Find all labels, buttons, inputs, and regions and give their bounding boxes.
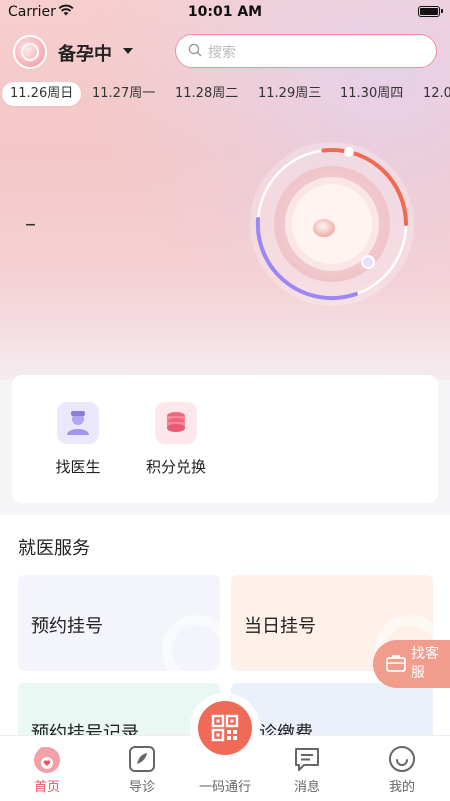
points-exchange-button[interactable]: 积分兑换 (136, 402, 216, 477)
tab-label: 消息 (293, 780, 320, 795)
date-strip[interactable]: 11.26周日 11.27周一 11.28周二 11.29周三 11.30周四 … (0, 82, 450, 108)
service-label: 当日挂号 (244, 616, 316, 637)
compass-icon (129, 746, 155, 772)
points-exchange-label: 积分兑换 (145, 458, 206, 476)
search-icon (188, 43, 202, 57)
message-icon (295, 748, 319, 771)
search-input[interactable]: 搜索 (175, 34, 437, 68)
home-icon (34, 747, 60, 773)
chevron-down-icon[interactable] (123, 48, 133, 54)
find-doctor-label: 找医生 (55, 458, 101, 476)
avatar[interactable] (13, 35, 47, 69)
cycle-value: – (25, 212, 36, 237)
date-item[interactable]: 11.29周三 (258, 82, 321, 106)
appointment-button[interactable]: 预约挂号 (18, 575, 220, 671)
qrcode-button-inner (198, 701, 252, 755)
battery-icon (418, 6, 443, 17)
tab-profile[interactable]: 我的 (357, 736, 447, 801)
date-item[interactable]: 11.27周一 (92, 82, 155, 106)
search-placeholder: 搜索 (208, 45, 236, 61)
customer-service-label: 找客服 (411, 646, 439, 681)
tab-home[interactable]: 首页 (2, 736, 92, 801)
tab-label: 首页 (33, 780, 60, 795)
quick-actions-card: 找医生 积分兑换 (12, 375, 438, 503)
mode-selector-label[interactable]: 备孕中 (58, 40, 112, 66)
doctor-icon (57, 402, 99, 444)
tab-messages[interactable]: 消息 (262, 736, 352, 801)
tab-guide[interactable]: 导诊 (97, 736, 187, 801)
briefcase-icon (386, 655, 406, 672)
date-item[interactable]: 11.30周四 (340, 82, 403, 106)
find-doctor-button[interactable]: 找医生 (38, 402, 118, 477)
cycle-ring[interactable] (248, 140, 416, 308)
service-label: 预约挂号 (31, 616, 103, 637)
tab-label: 我的 (388, 780, 415, 795)
coins-icon (155, 402, 197, 444)
date-item-active[interactable]: 11.26周日 (2, 82, 82, 106)
date-item[interactable]: 11.28周二 (175, 82, 238, 106)
qrcode-button[interactable] (190, 693, 260, 763)
decor-icon (162, 615, 220, 671)
clock: 10:01 AM (187, 4, 263, 20)
section-title: 就医服务 (18, 538, 90, 559)
tab-label: 导诊 (128, 780, 155, 795)
date-item[interactable]: 12.0 (423, 82, 450, 106)
qrcode-icon (211, 714, 239, 742)
profile-icon (389, 746, 415, 772)
customer-service-button[interactable]: 找客服 (373, 640, 450, 688)
tab-label: 一码通行 (198, 780, 251, 795)
status-bar: Carrier 10:01 AM (0, 0, 450, 24)
